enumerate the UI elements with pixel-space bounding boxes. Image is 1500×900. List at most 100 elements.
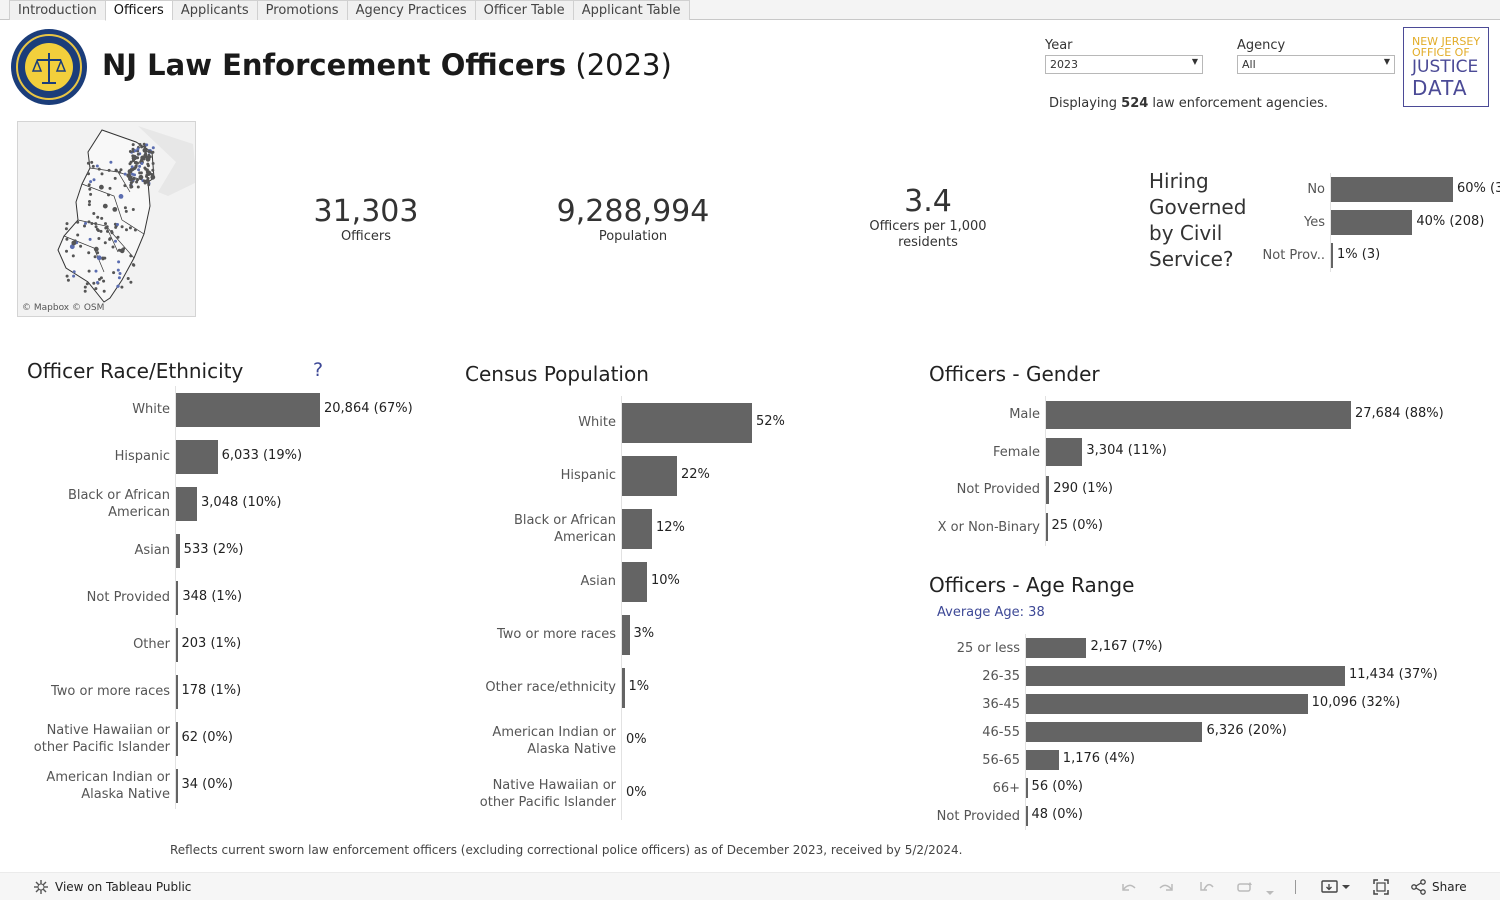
agency-dot — [99, 229, 103, 233]
tab-promotions[interactable]: Promotions — [256, 0, 347, 20]
category-label: Male — [1009, 407, 1040, 423]
redo-icon[interactable] — [1158, 879, 1176, 899]
agency-dot — [114, 239, 117, 243]
bar[interactable] — [176, 627, 178, 662]
agency-dot — [97, 237, 101, 240]
category-label: 46-55 — [982, 724, 1020, 740]
average-age: Average Age: 38 — [937, 605, 1045, 620]
fullscreen-icon[interactable] — [1372, 879, 1390, 899]
revert-icon[interactable] — [1198, 879, 1216, 899]
bar[interactable] — [176, 768, 178, 803]
chevron-down-icon: ▼ — [1191, 57, 1198, 66]
bar[interactable] — [176, 721, 178, 756]
category-label: 56-65 — [982, 752, 1020, 768]
chevron-down-icon[interactable] — [1265, 882, 1275, 900]
agency-map[interactable]: © Mapbox © OSM — [17, 121, 196, 317]
agency-dot — [124, 209, 128, 213]
value-label: 0% — [626, 784, 647, 800]
agency-dot — [88, 187, 92, 191]
displaying-count: Displaying 524 law enforcement agencies. — [1049, 96, 1328, 111]
bar[interactable] — [622, 614, 630, 655]
bar[interactable] — [1331, 243, 1334, 268]
agency-dot — [142, 147, 148, 153]
bar[interactable] — [1026, 722, 1203, 742]
tab-applicants[interactable]: Applicants — [171, 0, 257, 20]
value-label: 6,326 (20%) — [1206, 723, 1287, 738]
agency-dot — [125, 228, 128, 232]
agency-dot — [71, 254, 75, 258]
tab-introduction[interactable]: Introduction — [9, 0, 105, 20]
agency-dot — [123, 184, 127, 188]
tab-officers[interactable]: Officers — [104, 0, 172, 21]
tab-applicant-table[interactable]: Applicant Table — [572, 0, 690, 20]
view-on-tableau-link[interactable]: View on Tableau Public — [55, 880, 191, 894]
bar[interactable] — [1026, 666, 1345, 686]
value-label: 60% (313) — [1457, 180, 1500, 196]
bar[interactable] — [1026, 638, 1087, 658]
agency-dot — [100, 172, 104, 176]
bar[interactable] — [622, 667, 625, 708]
tab-officer-table[interactable]: Officer Table — [474, 0, 573, 20]
agency-dot — [129, 280, 133, 284]
gender-chart-title: Officers - Gender — [929, 362, 1100, 386]
agency-dot — [117, 276, 121, 280]
bar[interactable] — [1026, 694, 1308, 714]
help-icon[interactable]: ? — [313, 359, 323, 381]
agency-dot — [108, 186, 112, 190]
agency-dot — [116, 235, 120, 239]
value-label: 2,167 (7%) — [1090, 639, 1163, 654]
bar[interactable] — [1331, 210, 1413, 235]
bar[interactable] — [622, 508, 652, 549]
agency-dot — [88, 200, 91, 203]
bar[interactable] — [1046, 438, 1083, 467]
bar[interactable] — [622, 455, 677, 496]
share-icon[interactable] — [1410, 879, 1428, 899]
agency-dot — [135, 180, 139, 184]
value-label: 1% (3) — [1337, 246, 1381, 262]
bar[interactable] — [176, 392, 320, 427]
bar[interactable] — [1026, 806, 1028, 826]
agency-dot — [150, 174, 156, 180]
kpi-officers-label: Officers — [340, 229, 392, 244]
bar[interactable] — [1331, 177, 1453, 202]
agency-dot — [105, 225, 109, 229]
agency-dot — [120, 285, 124, 289]
refresh-icon[interactable] — [1236, 879, 1254, 899]
bar[interactable] — [176, 533, 180, 568]
bar[interactable] — [1046, 400, 1351, 429]
value-label: 203 (1%) — [181, 635, 242, 651]
category-label: Not Provided — [956, 482, 1040, 498]
bar[interactable] — [176, 439, 218, 474]
category-label: Hispanic — [560, 468, 616, 483]
bar[interactable] — [1026, 750, 1059, 770]
value-label: 34 (0%) — [181, 776, 233, 792]
agency-dot — [143, 179, 146, 183]
agency-select[interactable]: All ▼ — [1237, 55, 1395, 74]
agency-dot — [102, 203, 108, 209]
undo-icon[interactable] — [1119, 879, 1137, 899]
bar[interactable] — [622, 561, 647, 602]
value-label: 0% — [626, 731, 647, 747]
bar[interactable] — [1046, 513, 1048, 542]
agency-dot — [119, 168, 123, 172]
bar[interactable] — [622, 402, 752, 443]
agency-dot — [118, 272, 122, 275]
agency-dot — [133, 149, 137, 153]
tab-agency-practices[interactable]: Agency Practices — [346, 0, 475, 20]
value-label: 533 (2%) — [183, 541, 244, 557]
agency-dot — [123, 172, 127, 176]
download-icon[interactable] — [1321, 879, 1353, 899]
year-select[interactable]: 2023 ▼ — [1045, 55, 1203, 74]
bar[interactable] — [176, 674, 178, 709]
bar[interactable] — [176, 486, 198, 521]
year-filter: Year 2023 ▼ — [1045, 38, 1203, 74]
agency-dot — [83, 289, 87, 293]
agency-dot — [87, 172, 90, 176]
bar[interactable] — [1026, 778, 1028, 798]
value-label: 178 (1%) — [181, 682, 242, 698]
bar[interactable] — [1046, 475, 1050, 504]
bar[interactable] — [176, 580, 179, 615]
agency-dot — [72, 270, 76, 274]
agency-dot — [114, 169, 118, 173]
share-button[interactable]: Share — [1432, 880, 1467, 894]
